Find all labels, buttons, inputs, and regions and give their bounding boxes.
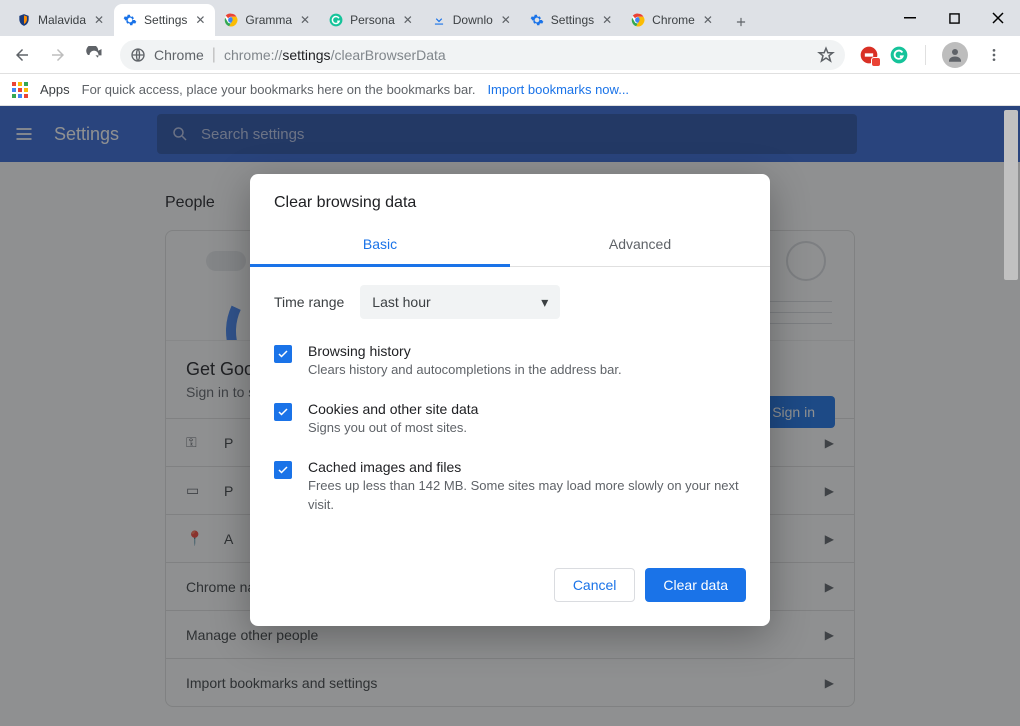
cancel-button[interactable]: Cancel [554, 568, 636, 602]
dropdown-arrow-icon: ▾ [541, 294, 548, 311]
option-title: Cookies and other site data [308, 401, 478, 417]
option-desc: Clears history and autocompletions in th… [308, 361, 622, 379]
extensions-area [855, 39, 1014, 71]
tab-title: Malavida [38, 13, 86, 27]
option-cookies: Cookies and other site data Signs you ou… [274, 401, 746, 437]
option-cached: Cached images and files Frees up less th… [274, 459, 746, 513]
dialog-tabs: Basic Advanced [250, 224, 770, 267]
shield-icon [16, 12, 32, 28]
tab-download[interactable]: Downlo ✕ [423, 4, 521, 36]
gear-icon [529, 12, 545, 28]
tab-settings-active[interactable]: Settings ✕ [114, 4, 215, 36]
time-range-select[interactable]: Last hour ▾ [360, 285, 560, 319]
window-controls [888, 0, 1020, 36]
close-icon[interactable]: ✕ [401, 13, 415, 27]
apps-label[interactable]: Apps [40, 82, 70, 97]
new-tab-button[interactable] [727, 8, 755, 36]
checkbox-browsing-history[interactable] [274, 345, 292, 363]
apps-icon[interactable] [12, 82, 28, 98]
dialog-title: Clear browsing data [250, 174, 770, 224]
close-icon[interactable]: ✕ [193, 13, 207, 27]
window-titlebar: Malavida ✕ Settings ✕ Gramma ✕ Persona ✕… [0, 0, 1020, 36]
tab-basic[interactable]: Basic [250, 224, 510, 267]
tab-malavida[interactable]: Malavida ✕ [8, 4, 114, 36]
tab-strip: Malavida ✕ Settings ✕ Gramma ✕ Persona ✕… [0, 0, 888, 36]
extension-grammarly-icon[interactable] [889, 45, 909, 65]
separator [925, 45, 926, 65]
option-desc: Frees up less than 142 MB. Some sites ma… [308, 477, 746, 513]
option-title: Cached images and files [308, 459, 746, 475]
tab-gramma[interactable]: Gramma ✕ [215, 4, 320, 36]
tab-title: Settings [144, 13, 187, 27]
omnibox-separator: | [212, 46, 216, 64]
tab-title: Persona [350, 13, 395, 27]
page-content: Settings People Get Goo Sign in to s ⚿P▶… [0, 106, 1020, 726]
menu-dots-icon[interactable] [978, 39, 1010, 71]
bookmark-star-icon[interactable] [817, 46, 835, 64]
time-range-value: Last hour [372, 294, 430, 310]
tab-settings-2[interactable]: Settings ✕ [521, 4, 622, 36]
tab-advanced[interactable]: Advanced [510, 224, 770, 266]
import-bookmarks-link[interactable]: Import bookmarks now... [487, 82, 629, 97]
globe-icon [130, 47, 146, 63]
close-icon[interactable]: ✕ [92, 13, 106, 27]
close-icon[interactable]: ✕ [499, 13, 513, 27]
scrollbar-thumb[interactable] [1004, 110, 1018, 280]
maximize-button[interactable] [932, 3, 976, 33]
bookmarks-bar: Apps For quick access, place your bookma… [0, 74, 1020, 106]
option-title: Browsing history [308, 343, 622, 359]
close-icon[interactable]: ✕ [701, 13, 715, 27]
tab-title: Settings [551, 13, 594, 27]
profile-avatar-icon[interactable] [942, 42, 968, 68]
tab-title: Chrome [652, 13, 695, 27]
minimize-button[interactable] [888, 3, 932, 33]
clear-browsing-data-dialog: Clear browsing data Basic Advanced Time … [250, 174, 770, 626]
option-desc: Signs you out of most sites. [308, 419, 478, 437]
back-button[interactable] [6, 39, 38, 71]
tab-title: Gramma [245, 13, 292, 27]
extension-adblock-icon[interactable] [859, 45, 879, 65]
close-window-button[interactable] [976, 3, 1020, 33]
clear-data-button[interactable]: Clear data [645, 568, 746, 602]
close-icon[interactable]: ✕ [600, 13, 614, 27]
omnibox-url: chrome://settings/clearBrowserData [224, 47, 446, 63]
tab-persona[interactable]: Persona ✕ [320, 4, 423, 36]
checkbox-cached[interactable] [274, 461, 292, 479]
tab-chrome[interactable]: Chrome ✕ [622, 4, 723, 36]
gear-icon [122, 12, 138, 28]
grammarly-icon [328, 12, 344, 28]
option-browsing-history: Browsing history Clears history and auto… [274, 343, 746, 379]
download-icon [431, 12, 447, 28]
address-bar[interactable]: Chrome | chrome://settings/clearBrowserD… [120, 40, 845, 70]
bookmarks-hint: For quick access, place your bookmarks h… [82, 82, 476, 97]
time-range-label: Time range [274, 294, 344, 310]
chrome-icon [630, 12, 646, 28]
chrome-icon [223, 12, 239, 28]
forward-button[interactable] [42, 39, 74, 71]
tab-title: Downlo [453, 13, 493, 27]
checkbox-cookies[interactable] [274, 403, 292, 421]
reload-button[interactable] [78, 39, 110, 71]
close-icon[interactable]: ✕ [298, 13, 312, 27]
browser-toolbar: Chrome | chrome://settings/clearBrowserD… [0, 36, 1020, 74]
omnibox-origin: Chrome [154, 47, 204, 63]
